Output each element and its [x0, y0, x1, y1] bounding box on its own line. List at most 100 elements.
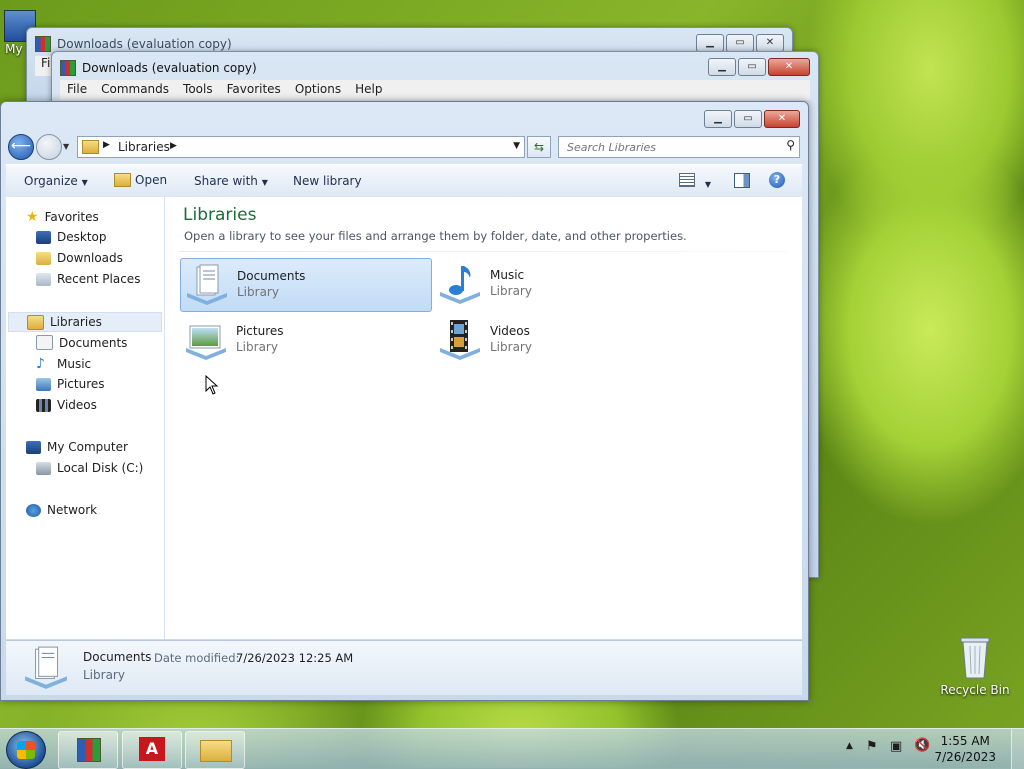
- breadcrumb-libraries[interactable]: Libraries: [118, 140, 170, 154]
- documents-library-icon: [187, 264, 227, 305]
- explorer-window[interactable]: ▁ ▭ ✕ ⟵ ▼ ▶ Libraries ▶ ▼ ⇆ ⚲ Organize ▼…: [0, 101, 809, 701]
- nav-favorites[interactable]: ★ Favorites: [26, 209, 99, 225]
- library-documents[interactable]: Documents Library: [180, 258, 432, 312]
- menu-file-partial[interactable]: Fi: [35, 56, 50, 70]
- search-input[interactable]: [565, 137, 779, 157]
- nav-label: Network: [47, 503, 98, 517]
- breadcrumb-separator-icon: ▶: [170, 141, 177, 151]
- nav-downloads[interactable]: Downloads: [36, 251, 123, 265]
- arrow-left-icon: ⟵: [10, 138, 32, 154]
- maximize-button[interactable]: ▭: [738, 58, 766, 76]
- speaker-muted-icon[interactable]: 🔇: [914, 738, 930, 753]
- folder-icon: [200, 740, 232, 762]
- system-clock[interactable]: 1:55 AM 7/26/2023: [934, 733, 996, 765]
- nav-recent-places[interactable]: Recent Places: [36, 272, 140, 286]
- share-with-label: Share with: [194, 174, 258, 188]
- nav-my-computer[interactable]: My Computer: [26, 440, 128, 454]
- nav-label: Music: [57, 357, 92, 371]
- folder-open-icon: [114, 173, 131, 187]
- nav-label: Libraries: [50, 315, 102, 329]
- library-pictures[interactable]: Pictures Library: [180, 314, 430, 366]
- new-library-button[interactable]: New library: [293, 174, 362, 188]
- breadcrumb-separator-icon: ▶: [103, 140, 110, 150]
- taskbar-explorer-button[interactable]: [185, 731, 245, 769]
- chevron-down-icon: ▼: [81, 178, 88, 187]
- nav-network[interactable]: Network: [26, 503, 97, 517]
- search-box[interactable]: ⚲: [558, 136, 800, 158]
- recent-pages-dropdown[interactable]: ▼: [63, 142, 69, 151]
- nav-label: Videos: [57, 398, 97, 412]
- library-name: Videos: [490, 324, 530, 338]
- menu-favorites[interactable]: Favorites: [220, 80, 288, 100]
- recycle-bin-desktop-icon[interactable]: Recycle Bin: [940, 632, 1010, 697]
- taskbar-winrar-button[interactable]: [58, 731, 118, 769]
- page-description: Open a library to see your files and arr…: [184, 229, 687, 243]
- maximize-button[interactable]: ▭: [734, 110, 762, 128]
- start-button[interactable]: [6, 731, 46, 769]
- film-icon: [36, 398, 51, 412]
- nav-libraries[interactable]: Libraries: [8, 312, 162, 332]
- menu-commands[interactable]: Commands: [94, 80, 176, 100]
- hard-drive-icon: [36, 461, 51, 475]
- show-hidden-icons-button[interactable]: ▲: [846, 741, 853, 751]
- organize-label: Organize: [24, 174, 78, 188]
- chevron-down-icon: ▼: [63, 142, 70, 151]
- details-type: Library: [83, 668, 125, 682]
- details-date-label: Date modified:: [154, 651, 240, 665]
- winrar-icon: [77, 738, 101, 762]
- network-icon: [26, 503, 41, 517]
- taskbar: A ▲ ⚑ ▣ 🔇 1:55 AM 7/26/2023: [0, 728, 1024, 769]
- nav-documents[interactable]: Documents: [36, 335, 127, 350]
- back-button[interactable]: ⟵: [8, 134, 34, 160]
- preview-pane-button[interactable]: [734, 173, 750, 191]
- windows-logo-icon: [17, 741, 35, 759]
- search-icon[interactable]: ⚲: [786, 138, 795, 152]
- recycle-bin-icon: [960, 637, 990, 679]
- menu-tools[interactable]: Tools: [176, 80, 220, 100]
- nav-pictures[interactable]: Pictures: [36, 377, 105, 391]
- nav-local-disk[interactable]: Local Disk (C:): [36, 461, 143, 475]
- mouse-cursor-icon: [205, 375, 219, 395]
- recent-places-icon: [36, 272, 51, 286]
- change-view-button[interactable]: ▼: [679, 173, 711, 190]
- menu-file[interactable]: File: [60, 80, 94, 100]
- chevron-down-icon: ▼: [261, 178, 268, 187]
- details-pane: Documents Date modified: 7/26/2023 12:25…: [6, 640, 802, 695]
- show-desktop-button[interactable]: [1011, 729, 1024, 769]
- menu-options[interactable]: Options: [288, 80, 348, 100]
- window-title: Downloads (evaluation copy): [57, 37, 232, 51]
- forward-button[interactable]: [36, 134, 62, 160]
- library-type: Library: [490, 340, 532, 354]
- address-bar[interactable]: ▶ Libraries ▶ ▼: [77, 136, 525, 158]
- recycle-bin-label: Recycle Bin: [940, 683, 1010, 697]
- library-videos[interactable]: Videos Library: [434, 314, 684, 366]
- library-type: Library: [237, 285, 279, 299]
- refresh-button[interactable]: ⇆: [527, 136, 551, 158]
- network-status-icon[interactable]: ▣: [890, 739, 902, 754]
- content-pane: Libraries Open a library to see your fil…: [165, 197, 802, 639]
- close-button[interactable]: ✕: [768, 58, 810, 76]
- minimize-button[interactable]: ▁: [708, 58, 736, 76]
- close-button[interactable]: ✕: [764, 110, 800, 128]
- menu-help[interactable]: Help: [348, 80, 389, 100]
- share-with-button[interactable]: Share with ▼: [194, 174, 268, 188]
- maximize-button[interactable]: ▭: [726, 34, 754, 52]
- navigation-pane: ★ Favorites Desktop Downloads Recent Pla…: [6, 197, 165, 639]
- action-center-flag-icon[interactable]: ⚑: [866, 739, 878, 754]
- help-button[interactable]: ?: [769, 172, 785, 188]
- nav-music[interactable]: ♪ Music: [36, 356, 91, 372]
- close-button[interactable]: ✕: [756, 34, 784, 52]
- library-music[interactable]: Music Library: [434, 258, 684, 310]
- refresh-icon: ⇆: [533, 140, 545, 154]
- address-dropdown-icon[interactable]: ▼: [513, 141, 520, 151]
- nav-desktop[interactable]: Desktop: [36, 230, 107, 244]
- open-button[interactable]: Open: [114, 173, 167, 187]
- minimize-button[interactable]: ▁: [696, 34, 724, 52]
- organize-button[interactable]: Organize ▼: [24, 174, 88, 188]
- libraries-icon: [27, 314, 44, 330]
- taskbar-acrobat-button[interactable]: A: [122, 731, 182, 769]
- nav-videos[interactable]: Videos: [36, 398, 97, 412]
- pictures-icon: [36, 377, 51, 391]
- nav-label: Favorites: [44, 210, 99, 224]
- minimize-button[interactable]: ▁: [704, 110, 732, 128]
